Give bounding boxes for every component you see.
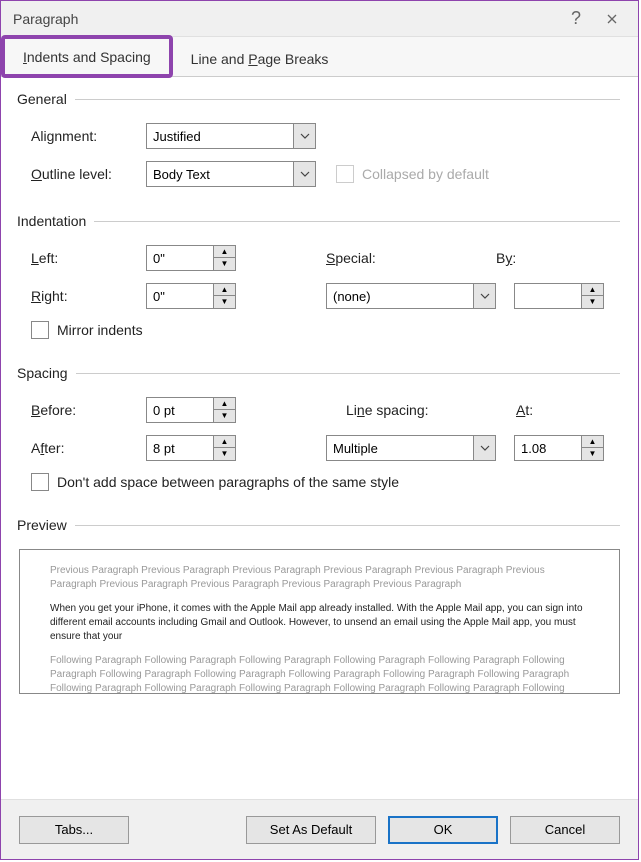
spinner-down-icon[interactable]: ▼ xyxy=(582,448,603,460)
tab-indents-spacing[interactable]: Indents and Spacing xyxy=(1,35,173,78)
preview-main-text: When you get your iPhone, it comes with … xyxy=(50,602,589,644)
ok-button[interactable]: OK xyxy=(388,816,498,844)
chevron-down-icon xyxy=(473,436,495,460)
set-as-default-button[interactable]: Set As Default xyxy=(246,816,376,844)
tabs-button[interactable]: Tabs... xyxy=(19,816,129,844)
after-label: After: xyxy=(31,440,146,456)
window-title: Paragraph xyxy=(13,11,558,27)
close-button[interactable] xyxy=(594,8,630,29)
chevron-down-icon xyxy=(473,284,495,308)
dialog-footer: Tabs... Set As Default OK Cancel xyxy=(1,799,638,859)
section-preview: Preview Previous Paragraph Previous Para… xyxy=(19,517,620,694)
chevron-down-icon xyxy=(293,124,315,148)
spinner-up-icon[interactable]: ▲ xyxy=(214,284,235,296)
section-preview-title: Preview xyxy=(17,517,620,533)
outline-level-dropdown[interactable]: Body Text xyxy=(146,161,316,187)
checkbox-icon xyxy=(31,473,49,491)
indent-right-label: Right: xyxy=(31,288,146,304)
paragraph-dialog: Paragraph ? Indents and Spacing Line and… xyxy=(0,0,639,860)
section-indentation-title: Indentation xyxy=(17,213,620,229)
preview-box: Previous Paragraph Previous Paragraph Pr… xyxy=(19,549,620,694)
preview-following-text: Following Paragraph Following Paragraph … xyxy=(50,654,589,694)
section-general: General Alignment: Justified Outline lev… xyxy=(19,91,620,187)
before-label: Before: xyxy=(31,402,146,418)
close-icon xyxy=(607,14,617,24)
indent-left-label: Left: xyxy=(31,250,146,266)
indent-right-spinner[interactable]: 0" ▲▼ xyxy=(146,283,236,309)
at-label: At: xyxy=(516,402,533,418)
by-label: By: xyxy=(496,250,516,266)
special-label: Special: xyxy=(326,250,496,266)
spinner-up-icon[interactable]: ▲ xyxy=(582,284,603,296)
dialog-content: General Alignment: Justified Outline lev… xyxy=(1,77,638,712)
by-spinner[interactable]: ▲▼ xyxy=(514,283,604,309)
spinner-up-icon[interactable]: ▲ xyxy=(214,398,235,410)
spinner-up-icon[interactable]: ▲ xyxy=(214,436,235,448)
section-indentation: Indentation Left: 0" ▲▼ Special: By: Rig… xyxy=(19,213,620,339)
dont-add-space-checkbox[interactable]: Don't add space between paragraphs of th… xyxy=(31,473,399,491)
special-dropdown[interactable]: (none) xyxy=(326,283,496,309)
spinner-down-icon[interactable]: ▼ xyxy=(582,296,603,308)
alignment-label: Alignment: xyxy=(31,128,146,144)
spinner-up-icon[interactable]: ▲ xyxy=(582,436,603,448)
after-spinner[interactable]: 8 pt ▲▼ xyxy=(146,435,236,461)
spinner-up-icon[interactable]: ▲ xyxy=(214,246,235,258)
chevron-down-icon xyxy=(293,162,315,186)
section-general-title: General xyxy=(17,91,620,107)
cancel-button[interactable]: Cancel xyxy=(510,816,620,844)
preview-previous-text: Previous Paragraph Previous Paragraph Pr… xyxy=(50,564,589,592)
tab-line-page-breaks[interactable]: Line and Page Breaks xyxy=(173,41,347,76)
spinner-down-icon[interactable]: ▼ xyxy=(214,296,235,308)
checkbox-icon xyxy=(336,165,354,183)
at-spinner[interactable]: 1.08 ▲▼ xyxy=(514,435,604,461)
alignment-dropdown[interactable]: Justified xyxy=(146,123,316,149)
before-spinner[interactable]: 0 pt ▲▼ xyxy=(146,397,236,423)
help-button[interactable]: ? xyxy=(558,8,594,29)
spinner-down-icon[interactable]: ▼ xyxy=(214,410,235,422)
mirror-indents-checkbox[interactable]: Mirror indents xyxy=(31,321,143,339)
section-spacing-title: Spacing xyxy=(17,365,620,381)
outline-level-label: Outline level: xyxy=(31,166,146,182)
indent-left-spinner[interactable]: 0" ▲▼ xyxy=(146,245,236,271)
checkbox-icon xyxy=(31,321,49,339)
tab-strip: Indents and Spacing Line and Page Breaks xyxy=(1,37,638,77)
line-spacing-dropdown[interactable]: Multiple xyxy=(326,435,496,461)
line-spacing-label: Line spacing: xyxy=(346,402,516,418)
section-spacing: Spacing Before: 0 pt ▲▼ Line spacing: At… xyxy=(19,365,620,491)
spinner-down-icon[interactable]: ▼ xyxy=(214,448,235,460)
spinner-down-icon[interactable]: ▼ xyxy=(214,258,235,270)
collapsed-checkbox: Collapsed by default xyxy=(336,165,489,183)
titlebar: Paragraph ? xyxy=(1,1,638,37)
